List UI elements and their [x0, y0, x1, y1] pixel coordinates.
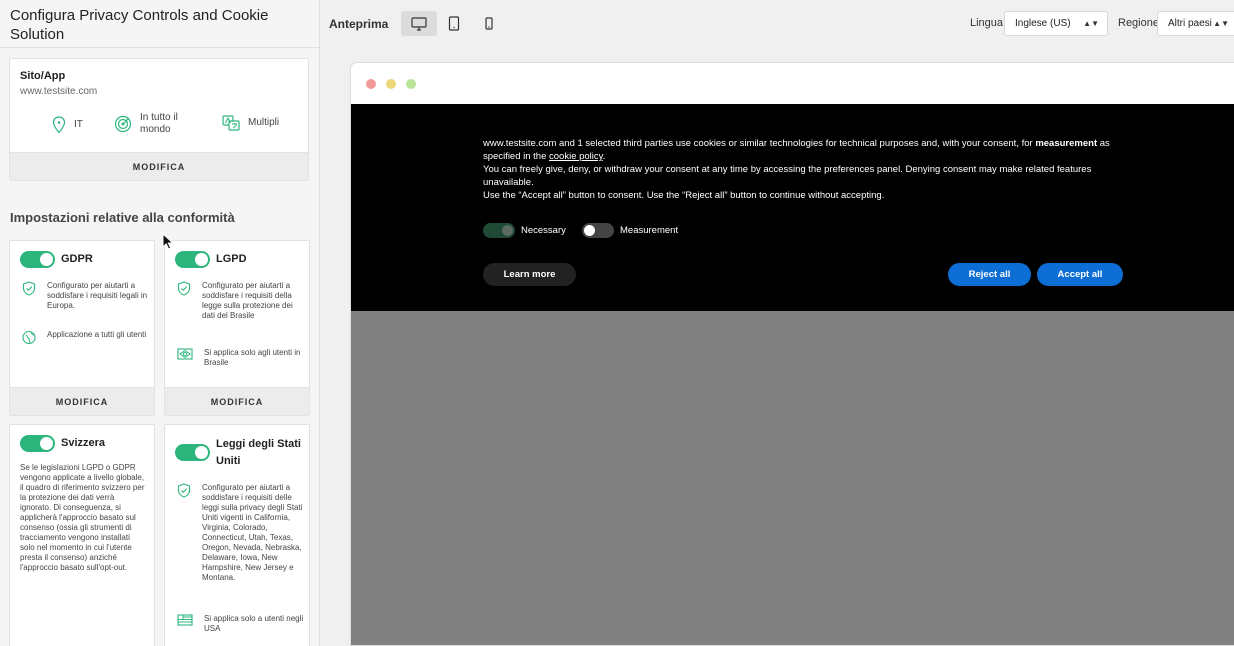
mobile-icon: [485, 17, 493, 30]
site-url: www.testsite.com: [20, 86, 98, 97]
config-panel: Configura Privacy Controls and Cookie So…: [0, 0, 320, 646]
flag-icon: [177, 614, 193, 626]
reject-all-button[interactable]: Reject all: [948, 263, 1031, 286]
gdpr-scope: Applicazione a tutti gli utenti: [22, 330, 150, 345]
lgpd-requirement: Configurato per aiutarti a soddisfare i …: [177, 281, 305, 321]
desktop-icon: [411, 16, 427, 31]
desktop-view-button[interactable]: [401, 11, 437, 36]
banner-text: www.testsite.com and 1 selected third pa…: [483, 137, 1113, 202]
region-value: Altri paesi: [1168, 18, 1212, 29]
cookie-banner: www.testsite.com and 1 selected third pa…: [351, 104, 1234, 311]
switzerland-card: Svizzera Se le legislazioni LGPD o GDPR …: [9, 424, 155, 646]
measurement-toggle[interactable]: [582, 223, 614, 238]
radar-icon: [114, 115, 132, 133]
usa-scope: Si applica solo a utenti negli USA: [177, 614, 305, 634]
flag-icon: [177, 348, 193, 360]
necessary-consent: Necessary: [483, 223, 566, 238]
cookie-policy-link[interactable]: cookie policy: [549, 151, 603, 162]
gdpr-edit-button[interactable]: MODIFICA: [10, 387, 154, 415]
banner-paragraph-2: You can freely give, deny, or withdraw y…: [483, 164, 1092, 188]
mobile-view-button[interactable]: [471, 11, 507, 36]
site-heading: Sito/App: [20, 70, 66, 82]
panel-title: Configura Privacy Controls and Cookie So…: [10, 7, 269, 43]
globe-shield-icon: [22, 330, 36, 345]
accept-all-button[interactable]: Accept all: [1037, 263, 1123, 286]
gdpr-requirement: Configurato per aiutarti a soddisfare i …: [22, 281, 150, 311]
preview-label: Anteprima: [329, 17, 389, 31]
site-prop-languages: Multipli: [222, 115, 279, 131]
translate-icon: [222, 115, 240, 131]
divider: [0, 47, 319, 48]
site-prop-label: IT: [74, 119, 83, 130]
language-select[interactable]: Inglese (US) ▲▼: [1004, 11, 1108, 36]
site-prop-country: IT: [52, 116, 83, 134]
usa-header: Leggi degli Stati Uniti: [175, 436, 306, 470]
site-prop-label: Multipli: [248, 117, 280, 128]
site-edit-button[interactable]: MODIFICA: [10, 152, 308, 180]
banner-paragraph-3: Use the “Accept all” button to consent. …: [483, 190, 885, 201]
shield-check-icon: [177, 281, 191, 296]
site-card: Sito/App www.testsite.com IT In tutto il…: [9, 58, 309, 181]
switzerland-description: Se le legislazioni LGPD o GDPR vengono a…: [20, 463, 145, 572]
necessary-toggle[interactable]: [483, 223, 515, 238]
region-select[interactable]: Altri paesi ▲▼: [1157, 11, 1234, 36]
switzerland-name: Svizzera: [61, 437, 106, 449]
language-label: Lingua: [970, 17, 1004, 29]
gdpr-name: GDPR: [61, 253, 93, 265]
language-value: Inglese (US): [1015, 18, 1071, 29]
select-caret-icon: ▲▼: [1083, 19, 1099, 28]
usa-requirement: Configurato per aiutarti a soddisfare i …: [177, 483, 305, 583]
window-close-dot: [366, 79, 376, 89]
window-minimize-dot: [386, 79, 396, 89]
mouse-cursor-icon: [162, 233, 174, 250]
lgpd-header: LGPD: [175, 251, 247, 268]
section-title: Impostazioni relative alla conformità: [10, 210, 235, 225]
tablet-view-button[interactable]: [436, 11, 472, 36]
gdpr-toggle[interactable]: [20, 251, 55, 268]
measurement-consent: Measurement: [582, 223, 678, 238]
learn-more-button[interactable]: Learn more: [483, 263, 576, 286]
site-prop-scope: In tutto il mondo: [114, 112, 204, 136]
switzerland-toggle[interactable]: [20, 435, 55, 452]
necessary-label: Necessary: [521, 225, 566, 236]
region-label: Regione: [1118, 17, 1159, 29]
window-maximize-dot: [406, 79, 416, 89]
tablet-icon: [448, 16, 460, 31]
site-prop-label: In tutto il mondo: [140, 112, 178, 135]
usa-name: Leggi degli Stati Uniti: [216, 438, 301, 467]
lgpd-name: LGPD: [216, 253, 247, 265]
usa-card: Leggi degli Stati Uniti Configurato per …: [164, 424, 310, 646]
browser-titlebar: [351, 63, 1234, 104]
banner-paragraph-1: www.testsite.com and 1 selected third pa…: [483, 138, 1110, 162]
switzerland-header: Svizzera: [20, 435, 105, 452]
lgpd-scope: Si applica solo agli utenti in Brasile: [177, 348, 305, 368]
lgpd-card: LGPD Configurato per aiutarti a soddisfa…: [164, 240, 310, 416]
preview-toolbar: Anteprima Lingua Inglese (US) ▲▼ Regione…: [320, 0, 1234, 47]
browser-preview: www.testsite.com and 1 selected third pa…: [350, 62, 1234, 646]
lgpd-edit-button[interactable]: MODIFICA: [165, 387, 309, 415]
lgpd-toggle[interactable]: [175, 251, 210, 268]
location-pin-icon: [52, 116, 66, 134]
measurement-label: Measurement: [620, 225, 679, 236]
gdpr-card: GDPR Configurato per aiutarti a soddisfa…: [9, 240, 155, 416]
gdpr-header: GDPR: [20, 251, 93, 268]
select-caret-icon: ▲▼: [1213, 19, 1229, 28]
usa-toggle[interactable]: [175, 444, 210, 461]
shield-check-icon: [177, 483, 191, 498]
shield-check-icon: [22, 281, 36, 296]
